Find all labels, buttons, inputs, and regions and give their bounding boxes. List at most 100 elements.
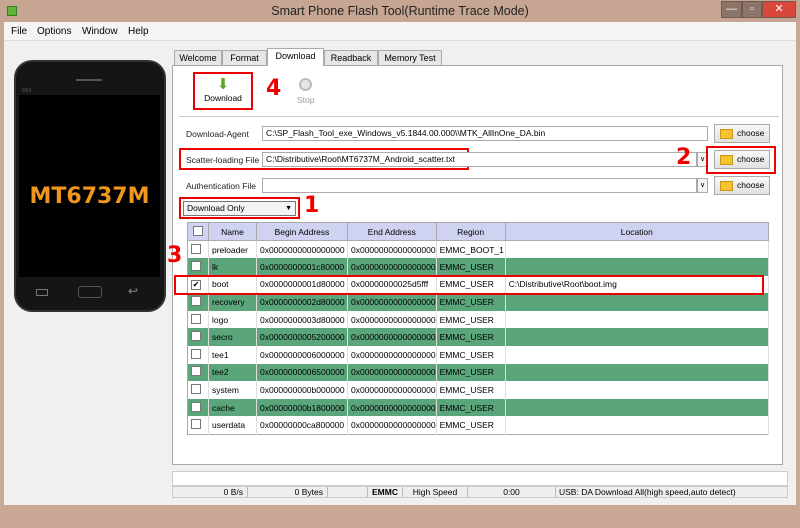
table-row[interactable]: tee2 0x0000000006500000 0x0000000000000000…: [187, 363, 770, 382]
auth-input[interactable]: [262, 178, 697, 193]
cell-region: EMMC_USER: [436, 398, 506, 417]
scatter-label: Scatter-loading File: [186, 155, 260, 165]
row-checkbox[interactable]: [191, 243, 201, 254]
select-all-checkbox[interactable]: [193, 225, 203, 236]
menu-file[interactable]: File: [11, 26, 27, 37]
row-checkbox[interactable]: [191, 296, 201, 307]
back-key-icon: ↩: [128, 284, 139, 298]
table-row[interactable]: recovery 0x0000000002d80000 0x000000000000…: [187, 293, 770, 311]
maximize-button[interactable]: ▫: [742, 1, 762, 18]
row-checkbox-cell[interactable]: [187, 416, 209, 435]
status-empty: [328, 487, 368, 497]
table-row[interactable]: logo 0x0000000003d80000 0x0000000000000000…: [187, 310, 770, 329]
tab-download[interactable]: Download: [267, 48, 324, 66]
chip-label: MT6737M: [29, 184, 150, 209]
row-checkbox-cell[interactable]: [187, 258, 209, 276]
cell-end: 0x0000000000000000: [347, 398, 437, 417]
row-checkbox-cell[interactable]: [187, 293, 209, 311]
row-checkbox[interactable]: [191, 418, 201, 429]
download-label: Download: [204, 93, 242, 103]
row-checkbox-cell[interactable]: [187, 346, 209, 364]
folder-icon: [720, 129, 733, 139]
cell-end: 0x0000000000000000: [347, 240, 437, 259]
row-checkbox[interactable]: [191, 313, 201, 324]
menu-options[interactable]: Options: [37, 26, 71, 37]
menu-window[interactable]: Window: [82, 26, 118, 37]
select-all-header[interactable]: [187, 222, 209, 241]
annotation-4: 4: [266, 76, 282, 101]
row-checkbox-cell[interactable]: [187, 240, 209, 259]
tab-memory-test[interactable]: Memory Test: [378, 50, 442, 65]
row-checkbox[interactable]: [191, 384, 201, 395]
header-end[interactable]: End Address: [347, 222, 437, 241]
mode-select[interactable]: Download Only ▼: [183, 201, 296, 216]
cell-begin: 0x0000000006000000: [256, 346, 348, 364]
row-checkbox[interactable]: [191, 348, 201, 359]
table-row[interactable]: preloader 0x0000000000000000 0x00000000000…: [187, 240, 770, 259]
status-bytes: 0 Bytes: [248, 487, 328, 497]
close-button[interactable]: ✕: [762, 1, 796, 18]
table-row[interactable]: lk 0x0000000001c80000 0x0000000000000000 EM…: [187, 258, 770, 276]
minimize-button[interactable]: —: [721, 1, 742, 18]
folder-icon: [720, 181, 733, 191]
menu-help[interactable]: Help: [128, 26, 149, 37]
download-agent-input[interactable]: C:\SP_Flash_Tool_exe_Windows_v5.1844.00.…: [262, 126, 708, 141]
choose-label: choose: [737, 128, 765, 138]
row-checkbox[interactable]: [191, 260, 201, 271]
header-region[interactable]: Region: [435, 222, 506, 241]
cell-name: userdata: [208, 416, 257, 435]
status-usb: USB: DA Download All(high speed,auto det…: [559, 487, 736, 497]
row-checkbox-cell[interactable]: [187, 310, 209, 329]
partition-table: Name Begin Address End Address Region Lo…: [187, 222, 770, 435]
progress-area: [172, 471, 788, 486]
cell-region: EMMC_USER: [436, 310, 506, 329]
row-checkbox[interactable]: [191, 366, 201, 377]
cell-begin: 0x0000000003d80000: [256, 310, 348, 329]
cell-location: [505, 293, 770, 311]
download-arrow-icon: ⬇: [216, 76, 230, 93]
cell-end: 0x0000000000000000: [347, 363, 437, 382]
auth-choose-button[interactable]: choose: [714, 176, 770, 195]
row-checkbox-cell[interactable]: [187, 328, 209, 347]
table-row[interactable]: system 0x000000000b000000 0x00000000000000…: [187, 381, 770, 399]
cell-begin: 0x0000000000000000: [256, 240, 348, 259]
cell-region: EMMC_USER: [436, 363, 506, 382]
tab-readback[interactable]: Readback: [324, 50, 378, 65]
header-location[interactable]: Location: [504, 222, 770, 241]
annotation-3: 3: [167, 243, 183, 268]
stop-button[interactable]: Stop: [297, 95, 315, 105]
row-checkbox-cell[interactable]: [187, 398, 209, 417]
table-row[interactable]: cache 0x00000000b1800000 0x000000000000000…: [187, 398, 770, 417]
download-agent-choose-button[interactable]: choose: [714, 124, 770, 143]
cell-begin: 0x0000000001c80000: [256, 258, 348, 276]
cell-end: 0x0000000000000000: [347, 293, 437, 311]
auth-dropdown-icon[interactable]: ∨: [697, 178, 708, 193]
cell-region: EMMC_BOOT_1: [436, 240, 506, 259]
download-button[interactable]: ⬇ Download: [193, 72, 253, 110]
cell-begin: 0x000000000b000000: [256, 381, 348, 399]
table-row[interactable]: userdata 0x00000000ca800000 0x000000000000…: [187, 416, 770, 435]
scatter-input[interactable]: C:\Distributive\Root\MT6737M_Android_sca…: [262, 152, 697, 167]
auth-label: Authentication File: [186, 181, 256, 191]
header-name[interactable]: Name: [208, 222, 257, 241]
download-agent-label: Download-Agent: [186, 129, 249, 139]
row-checkbox-cell[interactable]: [187, 363, 209, 382]
cell-name: cache: [208, 398, 257, 417]
choose-label: choose: [737, 180, 765, 190]
status-speed: 0 B/s: [173, 487, 248, 497]
menu-key-icon: [36, 289, 48, 296]
table-row[interactable]: secro 0x0000000005200000 0x000000000000000…: [187, 328, 770, 347]
cell-begin: 0x00000000b1800000: [256, 398, 348, 417]
cell-location: [505, 416, 770, 435]
scatter-choose-button[interactable]: choose: [714, 150, 770, 169]
annotation-1: 1: [304, 193, 320, 218]
tab-format[interactable]: Format: [222, 50, 267, 65]
cell-location: [505, 310, 770, 329]
cell-location: [505, 258, 770, 276]
row-checkbox[interactable]: [191, 401, 201, 412]
header-begin[interactable]: Begin Address: [256, 222, 348, 241]
table-row[interactable]: tee1 0x0000000006000000 0x0000000000000000…: [187, 346, 770, 364]
row-checkbox[interactable]: [191, 331, 201, 342]
row-checkbox-cell[interactable]: [187, 381, 209, 399]
tab-welcome[interactable]: Welcome: [174, 50, 222, 65]
